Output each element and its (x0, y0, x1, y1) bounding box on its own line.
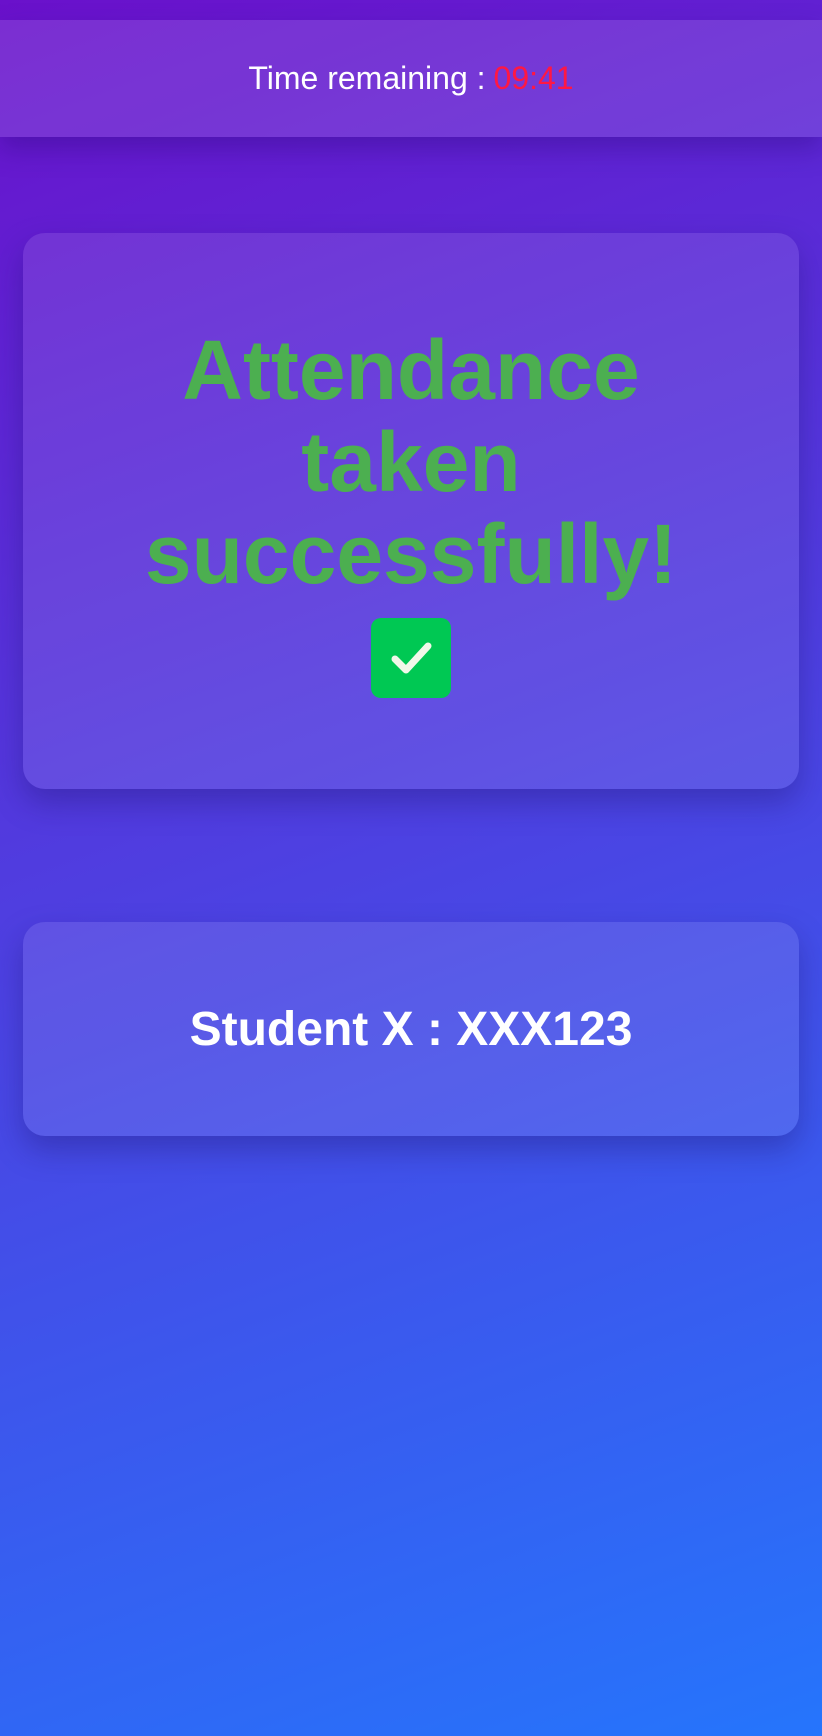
student-card: Student X : XXX123 (23, 922, 799, 1136)
timer-label: Time remaining : (248, 60, 486, 96)
confirmation-card: Attendance taken successfully! (23, 233, 799, 789)
check-square-icon (371, 618, 451, 698)
confirmation-message: Attendance taken successfully! (144, 323, 678, 601)
timer-value: 09:41 (493, 60, 574, 96)
timer-bar: Time remaining : 09:41 (0, 20, 822, 137)
student-info: Student X : XXX123 (189, 1002, 633, 1056)
